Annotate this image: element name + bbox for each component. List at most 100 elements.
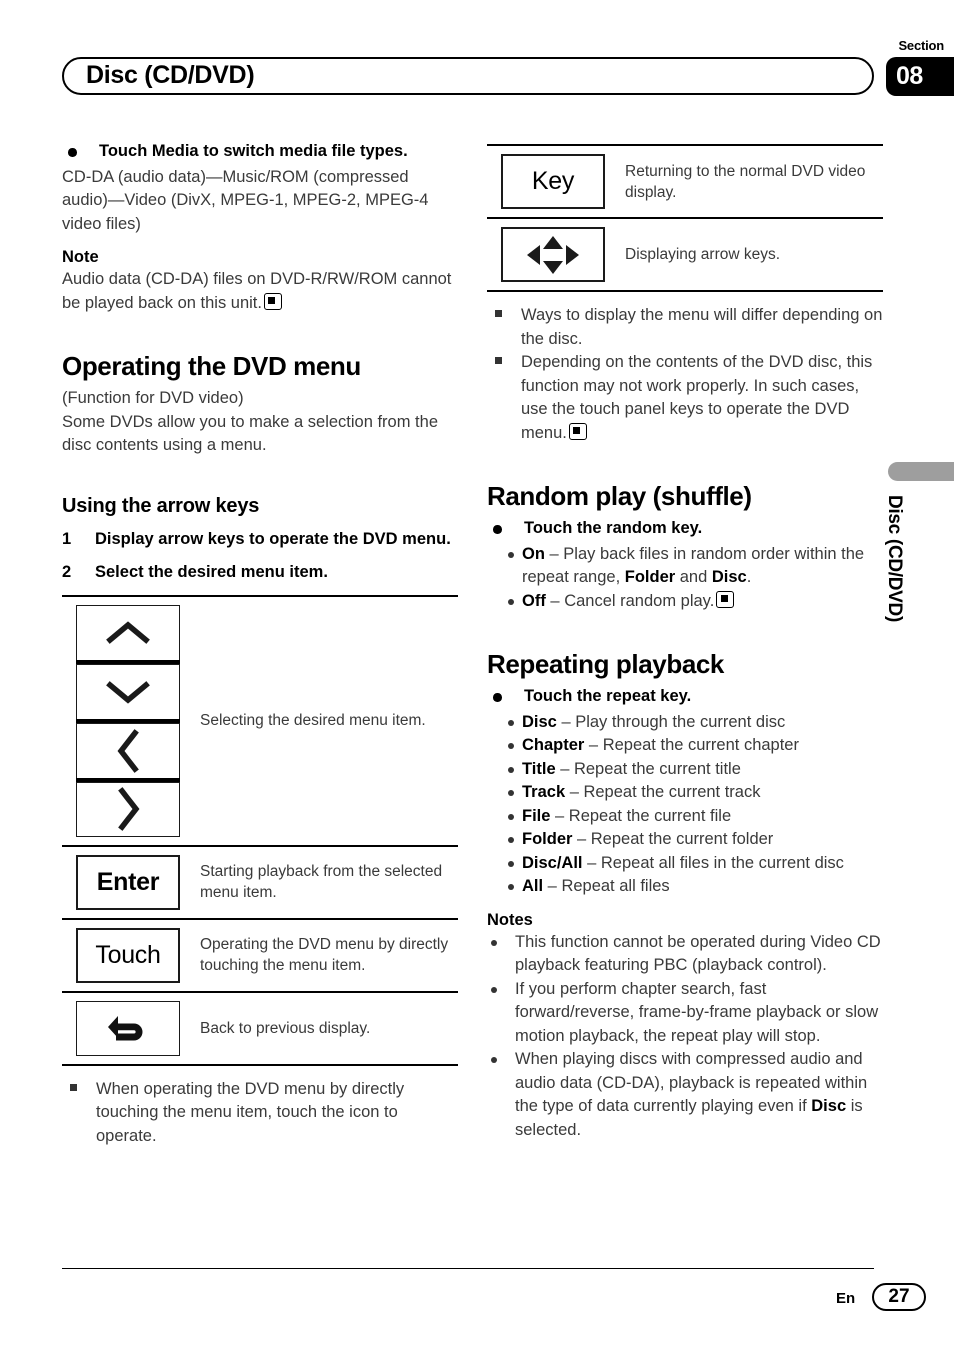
step-2-number: 2 xyxy=(62,563,72,581)
remark-depending-contents: Depending on the contents of the DVD dis… xyxy=(487,351,883,445)
footer-language: En xyxy=(836,1290,856,1307)
random-option-off-dash: – xyxy=(545,591,565,610)
manual-page: Disc (CD/DVD) Section 08 Touch Media to … xyxy=(0,0,954,1352)
repeat-option-track-desc: – Repeat the current track xyxy=(565,783,761,801)
arrow-keys-description: Selecting the desired menu item. xyxy=(200,712,426,729)
footer-page-number: 27 xyxy=(872,1283,926,1311)
step-1-number: 1 xyxy=(62,529,72,548)
random-key-bullet: Touch the random key. xyxy=(487,517,883,541)
end-mark-icon xyxy=(568,422,587,440)
four-way-arrow-icon[interactable] xyxy=(501,227,605,282)
random-option-on-disc: Disc xyxy=(711,568,747,586)
repeat-option-track-term: Track xyxy=(522,783,566,801)
arrow-keys-cell xyxy=(62,597,180,845)
square-bullet-icon xyxy=(495,357,502,364)
table-row: Enter Starting playback from the selecte… xyxy=(62,847,458,920)
step-1-text: Display arrow keys to operate the DVD me… xyxy=(95,529,451,548)
arrow-keys-stack xyxy=(76,604,180,837)
media-switch-bullet: Touch Media to switch media file types. xyxy=(62,140,458,164)
media-types-body: CD-DA (audio data)—Music/ROM (compressed… xyxy=(62,167,429,233)
back-key-description: Back to previous display. xyxy=(200,1019,371,1037)
repeat-option-disc-all-term: Disc/All xyxy=(522,853,583,872)
note-item-3-bold: Disc xyxy=(811,1097,847,1115)
repeat-option-title: Title – Repeat the current title xyxy=(487,758,883,782)
operating-dvd-menu-sub1: (Function for DVD video) xyxy=(62,389,244,407)
notes-label: Notes xyxy=(487,910,533,929)
random-option-on: On – Play back files in random order wit… xyxy=(487,543,883,590)
repeat-option-file-desc: – Repeat the current file xyxy=(550,806,732,825)
repeat-option-all: All – Repeat all files xyxy=(487,875,883,899)
left-column: Touch Media to switch media file types. … xyxy=(62,140,458,1148)
repeat-option-chapter-term: Chapter xyxy=(522,736,585,754)
chevron-down-icon[interactable] xyxy=(76,663,180,719)
footer-divider xyxy=(62,1268,874,1269)
step-1: 1 Display arrow keys to operate the DVD m… xyxy=(62,528,458,552)
display-key-table: Key Returning to the normal DVD video di… xyxy=(487,144,883,292)
table-row: Touch Operating the DVD menu by directly… xyxy=(62,920,458,993)
repeat-option-all-term: All xyxy=(522,877,544,895)
repeat-option-file: File – Repeat the current file xyxy=(487,805,883,829)
key-button-description: Returning to the normal DVD video displa… xyxy=(625,162,866,201)
page-title: Disc (CD/DVD) xyxy=(86,60,255,89)
note-item-1: This function cannot be operated during … xyxy=(487,931,883,978)
repeat-option-disc-desc: – Play through the current disc xyxy=(556,712,786,731)
random-option-off-term: Off xyxy=(522,591,546,610)
touch-key-description: Operating the DVD menu by directly touch… xyxy=(200,936,449,974)
repeat-option-chapter-desc: – Repeat the current chapter xyxy=(584,736,799,754)
enter-key-button[interactable]: Enter xyxy=(76,854,180,910)
operating-dvd-menu-sub2: Some DVDs allow you to make a selection … xyxy=(62,412,438,455)
chevron-right-icon[interactable] xyxy=(76,781,180,837)
key-button-cell: Key xyxy=(487,146,605,217)
repeat-option-disc: Disc – Play through the current disc xyxy=(487,711,883,735)
random-option-on-dash: – xyxy=(544,544,564,563)
section-number-badge: 08 xyxy=(886,57,954,96)
chevron-left-icon[interactable] xyxy=(76,722,180,778)
end-mark-icon xyxy=(716,590,735,608)
repeat-option-folder-term: Folder xyxy=(522,830,573,848)
end-mark-icon xyxy=(263,292,282,310)
note-item-3: When playing discs with compressed audio… xyxy=(487,1048,883,1142)
table-row: Key Returning to the normal DVD video di… xyxy=(487,146,883,219)
repeat-option-title-desc: – Repeat the current title xyxy=(555,759,741,778)
square-bullet-icon xyxy=(495,310,502,317)
random-option-on-folder: Folder xyxy=(624,568,676,586)
arrow-key-table: Selecting the desired menu item. Enter S… xyxy=(62,594,458,1066)
remark-ways-text: Ways to display the menu will differ dep… xyxy=(521,306,883,348)
key-button[interactable]: Key xyxy=(501,154,605,209)
random-option-off-desc: Cancel random play. xyxy=(564,591,715,610)
repeat-option-title-term: Title xyxy=(522,759,556,778)
enter-key-cell: Enter xyxy=(62,847,180,918)
repeat-option-disc-all: Disc/All – Repeat all files in the curre… xyxy=(487,852,883,876)
side-tab-label-text: Disc (CD/DVD) xyxy=(884,495,905,623)
chevron-up-icon[interactable] xyxy=(76,604,180,660)
repeat-key-bullet: Touch the repeat key. xyxy=(487,685,883,709)
touch-key-button[interactable]: Touch xyxy=(76,927,180,983)
touch-remark-text: When operating the DVD menu by directly … xyxy=(96,1079,405,1145)
note-label: Note xyxy=(62,248,99,266)
repeat-option-disc-all-desc: – Repeat all files in the current disc xyxy=(582,853,844,872)
repeat-option-folder: Folder – Repeat the current folder xyxy=(487,828,883,852)
page-header: Disc (CD/DVD) xyxy=(62,57,874,95)
table-row: Displaying arrow keys. xyxy=(487,219,883,292)
repeat-option-chapter: Chapter – Repeat the current chapter xyxy=(487,734,883,758)
repeat-option-file-term: File xyxy=(522,806,551,825)
random-option-on-post: . xyxy=(746,568,752,586)
table-row: Selecting the desired menu item. xyxy=(62,597,458,847)
random-play-title: Random play (shuffle) xyxy=(487,481,752,511)
repeat-option-disc-term: Disc xyxy=(522,712,557,731)
note-body: Audio data (CD-DA) files on DVD-R/RW/ROM… xyxy=(62,268,458,315)
note-body-text: Audio data (CD-DA) files on DVD-R/RW/ROM… xyxy=(62,270,452,312)
enter-key-description: Starting playback from the selected menu… xyxy=(200,863,443,901)
random-option-on-mid: and xyxy=(675,568,712,586)
back-key-cell xyxy=(62,993,180,1064)
touch-key-cell: Touch xyxy=(62,920,180,991)
random-option-off: Off – Cancel random play. xyxy=(487,590,883,614)
repeating-playback-title: Repeating playback xyxy=(487,649,724,679)
using-arrow-keys-title: Using the arrow keys xyxy=(62,494,260,517)
repeat-option-folder-desc: – Repeat the current folder xyxy=(572,830,774,848)
section-label: Section xyxy=(898,38,944,53)
back-arrow-icon[interactable] xyxy=(76,1000,180,1056)
square-bullet-icon xyxy=(70,1083,77,1091)
repeat-option-all-desc: – Repeat all files xyxy=(543,877,670,895)
four-way-arrow-cell xyxy=(487,219,605,290)
